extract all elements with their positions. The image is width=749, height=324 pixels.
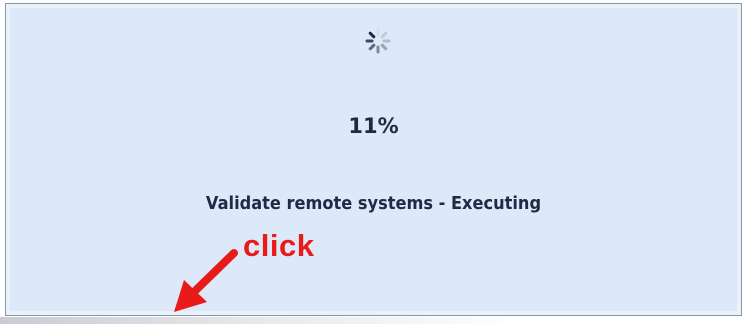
click-annotation-label: click	[243, 228, 315, 263]
progress-status-text: Validate remote systems - Executing	[205, 193, 542, 214]
window-bottom-edge	[0, 317, 749, 324]
progress-panel: 11% Validate remote systems - Executing	[5, 3, 742, 316]
loading-spinner-icon	[365, 28, 391, 54]
progress-percent: 11%	[348, 114, 399, 138]
red-arrow-icon	[174, 249, 238, 312]
